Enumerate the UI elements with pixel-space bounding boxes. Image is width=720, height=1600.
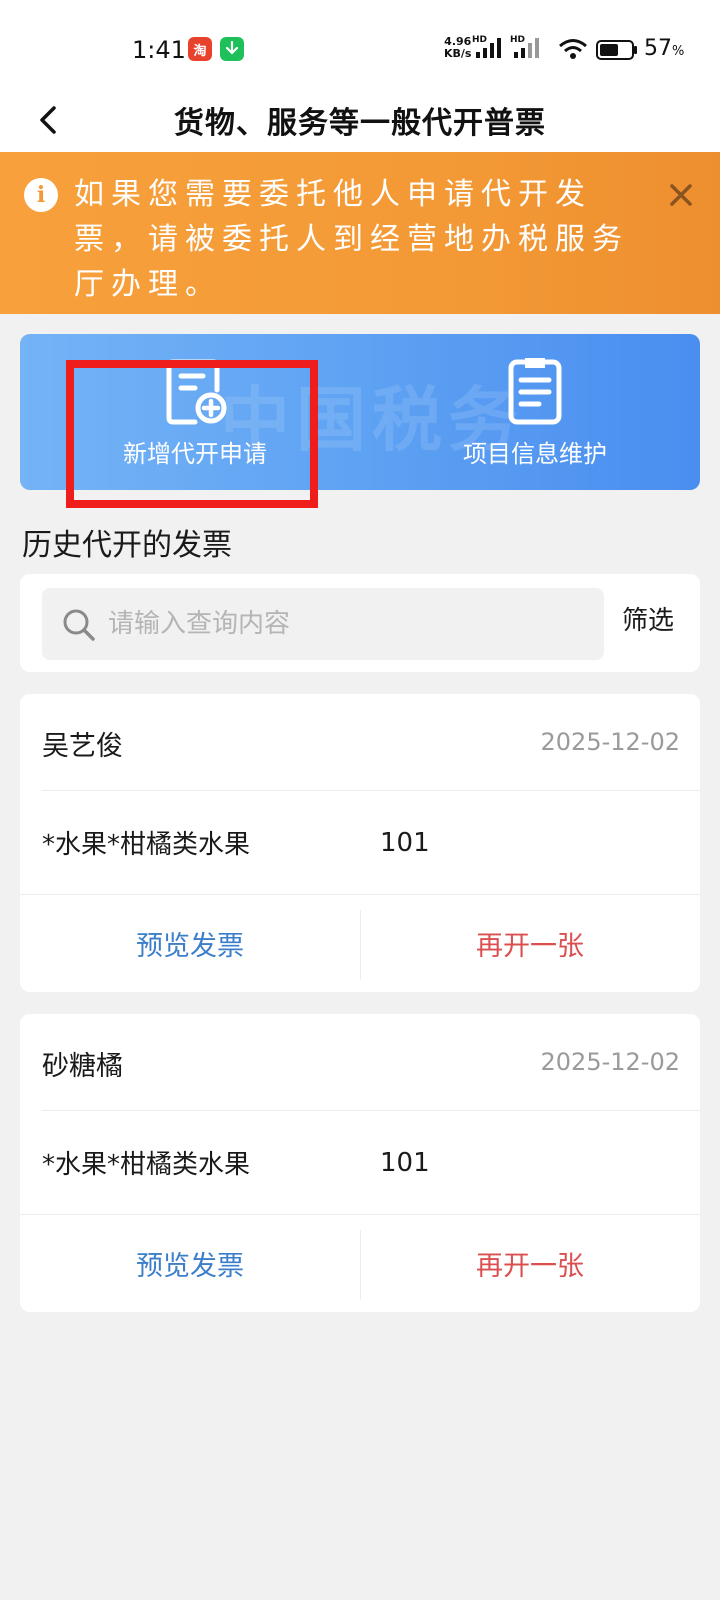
- status-time: 1:41: [132, 36, 186, 64]
- signal-1-icon: [476, 38, 501, 58]
- search-card: 筛选: [20, 574, 700, 672]
- invoice-name: 吴艺俊: [42, 731, 123, 762]
- project-maintenance-button[interactable]: 项目信息维护: [410, 354, 660, 474]
- divider: [42, 1110, 700, 1111]
- close-icon[interactable]: [664, 178, 698, 212]
- network-speed: 4.96 KB/s: [444, 35, 472, 60]
- invoice-card: 砂糖橘 2025-12-02 *水果*柑橘类水果 101 预览发票 再开一张: [20, 1014, 700, 1312]
- battery-percent: 57%: [644, 36, 685, 61]
- history-title: 历史代开的发票: [22, 528, 232, 563]
- info-icon: i: [24, 178, 58, 212]
- search-icon: [63, 609, 95, 641]
- clipboard-list-icon: [508, 358, 562, 425]
- taobao-icon: 淘: [188, 37, 212, 61]
- notice-text: 如果您需要委托他人申请代开发票，请被委托人到经营地办税服务厅办理。: [74, 177, 629, 302]
- highlight-box: [66, 360, 318, 508]
- screen: 1:41 淘 4.96 KB/s HD HD 57% 货物、服务等一般代开普票 …: [0, 0, 720, 1600]
- download-icon: [220, 37, 244, 61]
- invoice-item: *水果*柑橘类水果: [42, 830, 251, 860]
- divider: [42, 790, 700, 791]
- search-box: [42, 588, 604, 660]
- notice-banner: i 如果您需要委托他人申请代开发票，请被委托人到经营地办税服务厅办理。: [0, 152, 720, 314]
- wifi-icon: [559, 39, 587, 59]
- battery-icon: [596, 40, 637, 60]
- preview-invoice-button[interactable]: 预览发票: [20, 1214, 360, 1312]
- invoice-item: *水果*柑橘类水果: [42, 1150, 251, 1180]
- preview-invoice-button[interactable]: 预览发票: [20, 894, 360, 992]
- invoice-name: 砂糖橘: [42, 1051, 123, 1082]
- invoice-quantity: 101: [380, 828, 430, 858]
- search-input[interactable]: [108, 588, 588, 660]
- signal-2-icon: [514, 38, 539, 58]
- nav-bar: 货物、服务等一般代开普票: [0, 88, 720, 152]
- reissue-invoice-button[interactable]: 再开一张: [360, 1214, 700, 1312]
- invoice-card: 吴艺俊 2025-12-02 *水果*柑橘类水果 101 预览发票 再开一张: [20, 694, 700, 992]
- invoice-quantity: 101: [380, 1148, 430, 1178]
- invoice-date: 2025-12-02: [540, 1048, 680, 1076]
- reissue-invoice-button[interactable]: 再开一张: [360, 894, 700, 992]
- page-title: 货物、服务等一般代开普票: [174, 106, 546, 141]
- filter-button[interactable]: 筛选: [622, 600, 674, 637]
- project-maintenance-label: 项目信息维护: [463, 440, 607, 468]
- status-bar: 1:41 淘 4.96 KB/s HD HD 57%: [0, 0, 720, 88]
- invoice-date: 2025-12-02: [540, 728, 680, 756]
